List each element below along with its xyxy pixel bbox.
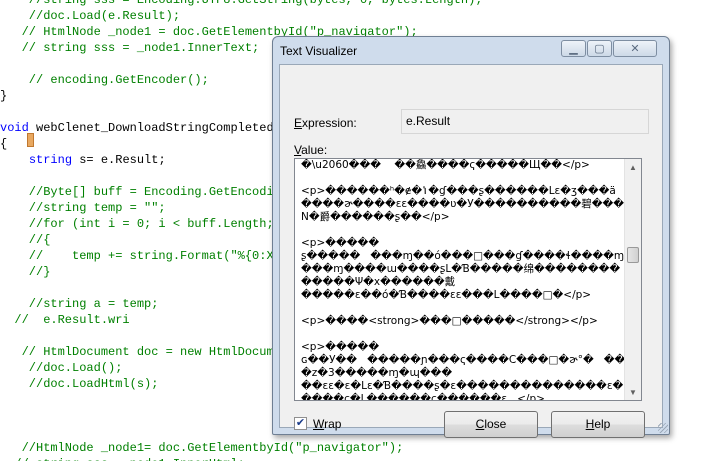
value-textarea[interactable]: �\u2060��� ��鱻����ҁ�����Щ��</p> <p>�����… <box>294 158 642 401</box>
text-visualizer-dialog: Text Visualizer ▁ ▢ ✕ Expression: e.Resu… <box>272 36 670 438</box>
wrap-checkbox[interactable]: ✔ <box>294 417 307 430</box>
resize-grip-icon[interactable] <box>658 423 668 433</box>
code-line: //string a = temp; <box>0 297 159 311</box>
close-icon: ✕ <box>630 43 640 55</box>
dialog-client-area: Expression: e.Result Value: �\u2060��� �… <box>279 64 663 438</box>
expression-field[interactable]: e.Result <box>401 109 649 134</box>
wrap-label[interactable]: Wrap <box>313 417 341 431</box>
code-line: //HtmlNode _node1= doc.GetElementbyId("p… <box>0 441 404 455</box>
code-line: } <box>0 89 8 103</box>
dialog-title: Text Visualizer <box>280 44 358 58</box>
code-line: { <box>0 137 8 151</box>
close-button[interactable]: Close <box>444 411 538 438</box>
current-line-marker <box>27 133 34 147</box>
code-line: //string temp = ""; <box>0 201 166 215</box>
code-line: //doc.Load(e.Result); <box>0 9 181 23</box>
expression-label: Expression: <box>294 116 357 130</box>
code-line: // string sss= _node1.InnerHtml; <box>0 456 244 461</box>
code-line: //for (int i = 0; i < buff.Length; i++) <box>0 217 310 231</box>
code-line: // encoding.GetEncoder(); <box>0 73 209 87</box>
vertical-scrollbar[interactable]: ▲ ▼ <box>624 159 641 400</box>
maximize-icon: ▢ <box>594 43 605 55</box>
minimize-icon: ▁ <box>569 43 578 55</box>
code-line: //doc.Load(); <box>0 361 123 375</box>
code-line: // HtmlDocument doc = new HtmlDocument()… <box>0 345 317 359</box>
checkmark-icon: ✔ <box>295 417 306 429</box>
maximize-button[interactable]: ▢ <box>587 40 612 57</box>
window-close-button[interactable]: ✕ <box>613 40 657 57</box>
code-line: //{ <box>0 233 51 247</box>
scrollbar-thumb[interactable] <box>627 247 639 263</box>
code-line: string s= e.Result; <box>28 153 166 167</box>
minimize-button[interactable]: ▁ <box>561 40 586 57</box>
scroll-down-icon[interactable]: ▼ <box>625 384 641 400</box>
value-label: Value: <box>294 143 328 157</box>
code-line: //doc.LoadHtml(s); <box>0 377 159 391</box>
scroll-up-icon[interactable]: ▲ <box>625 159 641 175</box>
help-button[interactable]: Help <box>551 411 645 438</box>
code-line: //} <box>0 265 51 279</box>
code-line: // string sss = _node1.InnerText; <box>0 41 260 55</box>
value-text[interactable]: �\u2060��� ��鱻����ҁ�����Щ��</p> <p>�����… <box>301 159 626 400</box>
code-line: //string sss = Encoding.UTF8.GetString(b… <box>0 0 483 7</box>
code-line: // e.Result.wri <box>0 313 130 327</box>
